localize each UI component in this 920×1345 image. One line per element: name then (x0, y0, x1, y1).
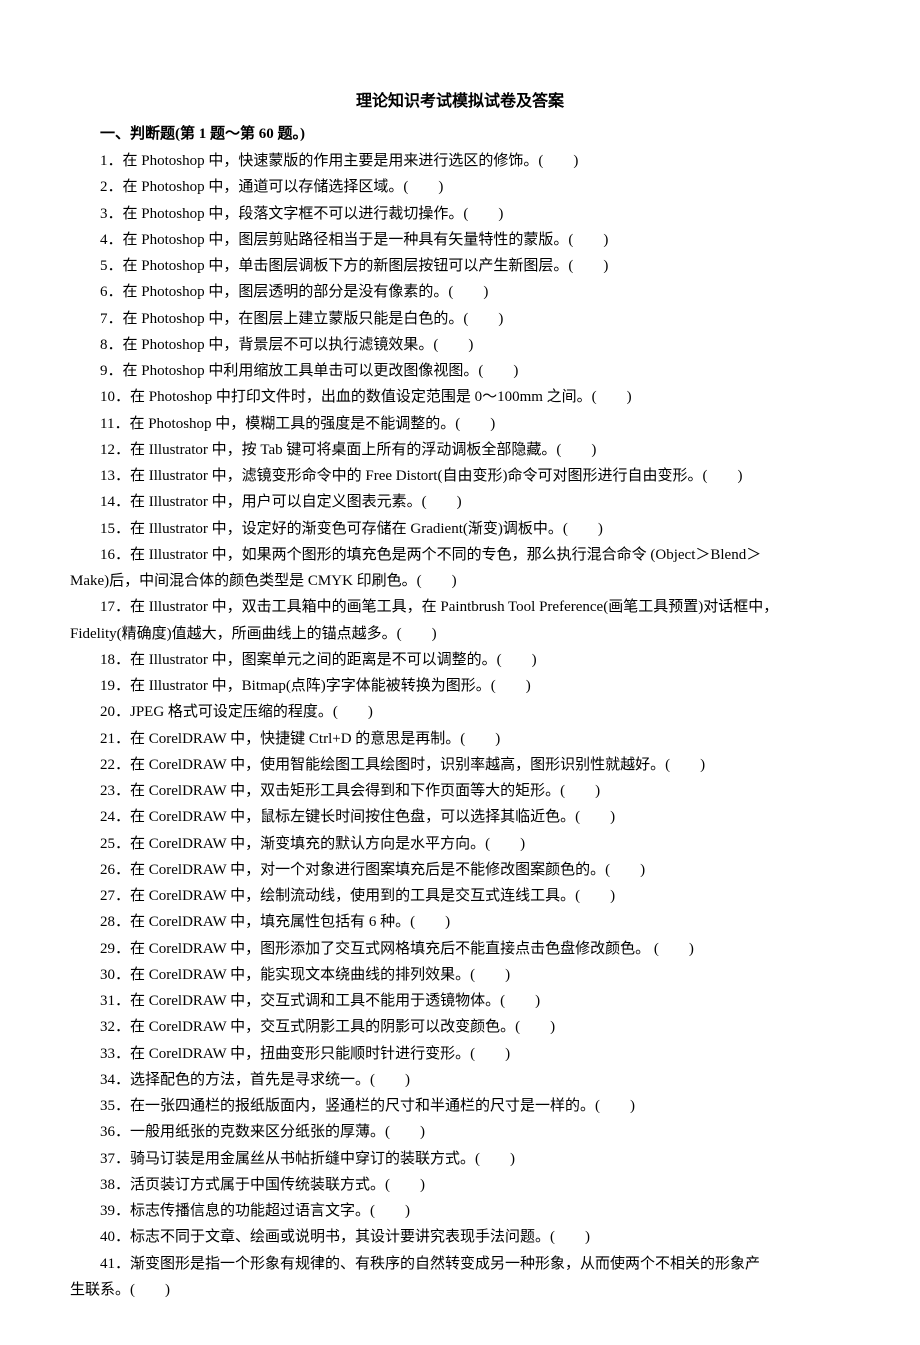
page-title: 理论知识考试模拟试卷及答案 (70, 90, 850, 115)
question-37: 37．骑马订装是用金属丝从书帖折缝中穿订的装联方式。( ) (70, 1148, 850, 1171)
question-20: 20．JPEG 格式可设定压缩的程度。( ) (70, 701, 850, 724)
question-28: 28．在 CorelDRAW 中，填充属性包括有 6 种。( ) (70, 911, 850, 934)
question-25: 25．在 CorelDRAW 中，渐变填充的默认方向是水平方向。( ) (70, 833, 850, 856)
question-15: 15．在 Illustrator 中，设定好的渐变色可存储在 Gradient(… (70, 518, 850, 541)
question-36: 36．一般用纸张的克数来区分纸张的厚薄。( ) (70, 1121, 850, 1144)
question-34: 34．选择配色的方法，首先是寻求统一。( ) (70, 1069, 850, 1092)
question-21: 21．在 CorelDRAW 中，快捷键 Ctrl+D 的意思是再制。( ) (70, 728, 850, 751)
question-17-line2: Fidelity(精确度)值越大，所画曲线上的锚点越多。( ) (70, 623, 850, 646)
section-header: 一、判断题(第 1 题～第 60 题。) (70, 123, 850, 146)
question-41-line1: 41．渐变图形是指一个形象有规律的、有秩序的自然转变成另一种形象，从而使两个不相… (70, 1253, 850, 1276)
question-16-line1: 16．在 Illustrator 中，如果两个图形的填充色是两个不同的专色，那么… (70, 544, 850, 567)
question-29: 29．在 CorelDRAW 中，图形添加了交互式网格填充后不能直接点击色盘修改… (70, 938, 850, 961)
question-33: 33．在 CorelDRAW 中，扭曲变形只能顺时针进行变形。( ) (70, 1043, 850, 1066)
question-18: 18．在 Illustrator 中，图案单元之间的距离是不可以调整的。( ) (70, 649, 850, 672)
question-22: 22．在 CorelDRAW 中，使用智能绘图工具绘图时，识别率越高，图形识别性… (70, 754, 850, 777)
question-35: 35．在一张四通栏的报纸版面内，竖通栏的尺寸和半通栏的尺寸是一样的。( ) (70, 1095, 850, 1118)
question-10: 10．在 Photoshop 中打印文件时，出血的数值设定范围是 0～100mm… (70, 386, 850, 409)
question-11: 11．在 Photoshop 中，模糊工具的强度是不能调整的。( ) (70, 413, 850, 436)
question-30: 30．在 CorelDRAW 中，能实现文本绕曲线的排列效果。( ) (70, 964, 850, 987)
question-9: 9．在 Photoshop 中利用缩放工具单击可以更改图像视图。( ) (70, 360, 850, 383)
question-8: 8．在 Photoshop 中，背景层不可以执行滤镜效果。( ) (70, 334, 850, 357)
question-41-line2: 生联系。( ) (70, 1279, 850, 1302)
question-7: 7．在 Photoshop 中，在图层上建立蒙版只能是白色的。( ) (70, 308, 850, 331)
question-23: 23．在 CorelDRAW 中，双击矩形工具会得到和下作页面等大的矩形。( ) (70, 780, 850, 803)
question-6: 6．在 Photoshop 中，图层透明的部分是没有像素的。( ) (70, 281, 850, 304)
question-27: 27．在 CorelDRAW 中，绘制流动线，使用到的工具是交互式连线工具。( … (70, 885, 850, 908)
question-13: 13．在 Illustrator 中，滤镜变形命令中的 Free Distort… (70, 465, 850, 488)
question-5: 5．在 Photoshop 中，单击图层调板下方的新图层按钮可以产生新图层。( … (70, 255, 850, 278)
question-12: 12．在 Illustrator 中，按 Tab 键可将桌面上所有的浮动调板全部… (70, 439, 850, 462)
question-16-line2: Make)后，中间混合体的颜色类型是 CMYK 印刷色。( ) (70, 570, 850, 593)
question-26: 26．在 CorelDRAW 中，对一个对象进行图案填充后是不能修改图案颜色的。… (70, 859, 850, 882)
question-40: 40．标志不同于文章、绘画或说明书，其设计要讲究表现手法问题。( ) (70, 1226, 850, 1249)
question-1: 1．在 Photoshop 中，快速蒙版的作用主要是用来进行选区的修饰。( ) (70, 150, 850, 173)
question-24: 24．在 CorelDRAW 中，鼠标左键长时间按住色盘，可以选择其临近色。( … (70, 806, 850, 829)
question-38: 38．活页装订方式属于中国传统装联方式。( ) (70, 1174, 850, 1197)
question-2: 2．在 Photoshop 中，通道可以存储选择区域。( ) (70, 176, 850, 199)
question-32: 32．在 CorelDRAW 中，交互式阴影工具的阴影可以改变颜色。( ) (70, 1016, 850, 1039)
question-4: 4．在 Photoshop 中，图层剪贴路径相当于是一种具有矢量特性的蒙版。( … (70, 229, 850, 252)
question-31: 31．在 CorelDRAW 中，交互式调和工具不能用于透镜物体。( ) (70, 990, 850, 1013)
question-14: 14．在 Illustrator 中，用户可以自定义图表元素。( ) (70, 491, 850, 514)
question-17-line1: 17．在 Illustrator 中，双击工具箱中的画笔工具，在 Paintbr… (70, 596, 850, 619)
question-3: 3．在 Photoshop 中，段落文字框不可以进行裁切操作。( ) (70, 203, 850, 226)
question-39: 39．标志传播信息的功能超过语言文字。( ) (70, 1200, 850, 1223)
question-19: 19．在 Illustrator 中，Bitmap(点阵)字字体能被转换为图形。… (70, 675, 850, 698)
